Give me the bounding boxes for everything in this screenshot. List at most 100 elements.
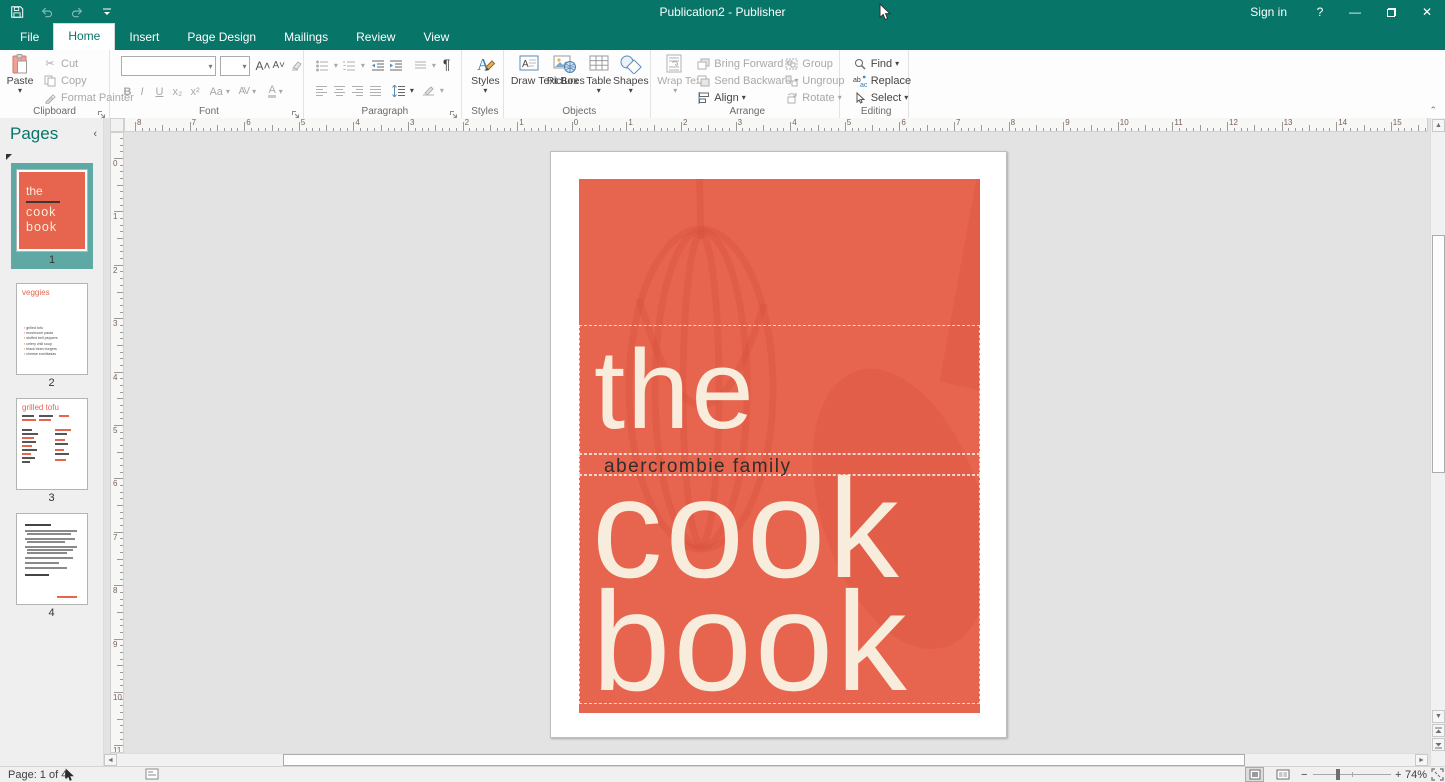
tab-review[interactable]: Review xyxy=(342,24,409,50)
styles-button[interactable]: A Styles ▾ xyxy=(467,52,503,95)
table-button[interactable]: Table ▾ xyxy=(581,52,617,95)
publication-canvas[interactable]: . xyxy=(124,132,1428,753)
group-button[interactable]: Group xyxy=(783,55,833,72)
horizontal-ruler[interactable]: 87654321012345678910111213141516 xyxy=(124,118,1428,132)
paste-dropdown-caret[interactable]: ▾ xyxy=(2,87,38,95)
character-spacing-button[interactable]: AV▾ xyxy=(238,83,256,100)
align-left-icon[interactable] xyxy=(315,82,328,99)
vertical-scroll-thumb[interactable] xyxy=(1432,235,1445,473)
italic-button[interactable]: I xyxy=(140,83,143,100)
tab-insert[interactable]: Insert xyxy=(115,24,173,50)
collapse-pages-panel-icon[interactable]: ‹ xyxy=(93,128,97,140)
styles-dropdown-caret[interactable]: ▾ xyxy=(467,87,503,95)
tab-home[interactable]: Home xyxy=(53,23,115,50)
shrink-font-button[interactable]: A˅ xyxy=(272,57,285,74)
collapse-ribbon-icon[interactable]: ⌃ xyxy=(1429,105,1437,116)
draw-text-box-button[interactable]: A Draw Text Box xyxy=(511,52,547,87)
line-spacing-button[interactable]: ▾ xyxy=(391,82,414,99)
next-page-icon[interactable] xyxy=(1432,738,1445,751)
superscript-button[interactable]: x² xyxy=(190,83,199,100)
page-thumbnail-4[interactable] xyxy=(16,513,88,605)
bullets-button[interactable]: ▾ xyxy=(315,57,338,74)
object-size-indicator-icon[interactable] xyxy=(145,768,159,782)
font-dialog-launcher-icon[interactable] xyxy=(291,106,301,116)
grow-font-button[interactable]: A˄ xyxy=(255,57,270,74)
cover-background[interactable]: . xyxy=(579,179,980,713)
align-center-icon[interactable] xyxy=(333,82,346,99)
tab-page-design[interactable]: Page Design xyxy=(173,24,270,50)
rotate-button[interactable]: Rotate▾ xyxy=(783,89,841,106)
help-button[interactable]: ? xyxy=(1303,0,1337,24)
font-size-combobox[interactable]: ▾ xyxy=(220,56,250,76)
pages-section-arrow-icon[interactable] xyxy=(6,154,12,160)
clear-formatting-icon[interactable] xyxy=(290,57,303,74)
shapes-button[interactable]: Shapes ▾ xyxy=(613,52,649,95)
thumbnail-page-title: grilled tofu xyxy=(22,403,59,412)
scroll-right-icon[interactable]: ► xyxy=(1415,754,1428,766)
two-page-spread-view-button[interactable] xyxy=(1273,767,1292,782)
shapes-dropdown-caret[interactable]: ▾ xyxy=(613,87,649,95)
close-button[interactable]: ✕ xyxy=(1409,0,1445,24)
fit-page-button[interactable] xyxy=(1431,768,1444,782)
tab-file[interactable]: File xyxy=(6,24,53,50)
zoom-in-button[interactable]: + xyxy=(1395,768,1401,782)
clipboard-dialog-launcher-icon[interactable] xyxy=(97,106,107,116)
cut-button[interactable]: ✂Cut xyxy=(42,55,78,72)
copy-button[interactable]: Copy xyxy=(42,72,87,89)
scroll-down-icon[interactable]: ▼ xyxy=(1432,710,1445,723)
sign-in-button[interactable]: Sign in xyxy=(1234,0,1303,24)
increase-indent-icon[interactable] xyxy=(389,57,403,74)
align-right-icon[interactable] xyxy=(351,82,364,99)
page-thumbnail-3[interactable]: grilled tofu xyxy=(16,398,88,490)
page-thumbnail-1[interactable]: the cook book xyxy=(16,169,88,252)
vertical-ruler[interactable]: 01234567891011 xyxy=(110,132,124,753)
single-page-view-button[interactable] xyxy=(1245,767,1264,782)
font-name-combobox[interactable]: ▾ xyxy=(121,56,216,76)
paste-button[interactable]: Paste ▾ xyxy=(2,52,38,95)
ruler-tick xyxy=(120,679,123,680)
replace-button[interactable]: abac Replace xyxy=(852,72,911,89)
zoom-level-value[interactable]: 74% xyxy=(1405,768,1427,782)
paragraph-dialog-launcher-icon[interactable] xyxy=(449,106,459,116)
publication-page[interactable]: . xyxy=(550,151,1007,738)
scroll-up-icon[interactable]: ▲ xyxy=(1432,119,1445,132)
restore-button[interactable] xyxy=(1373,0,1409,24)
numbering-button[interactable]: ▾ xyxy=(342,57,365,74)
subscript-button[interactable]: x₂ xyxy=(172,83,182,100)
cookbook-text-box[interactable]: cook book xyxy=(579,475,980,704)
change-case-button[interactable]: Aa▾ xyxy=(209,83,229,100)
page-thumbnail-2[interactable]: veggies▪ grilled tofu▪ mushroom pasta▪ s… xyxy=(16,283,88,375)
font-color-button[interactable]: A▾ xyxy=(268,83,282,100)
zoom-out-button[interactable]: − xyxy=(1301,768,1307,782)
numbering-icon xyxy=(342,58,358,74)
bring-forward-button[interactable]: Bring Forward▾ xyxy=(695,55,790,72)
show-paragraph-marks-button[interactable]: ¶ xyxy=(443,55,451,72)
horizontal-scrollbar[interactable]: ◄ ► xyxy=(104,753,1428,766)
vertical-scrollbar[interactable]: ▲ ▼ xyxy=(1430,118,1445,766)
select-button[interactable]: Select▾ xyxy=(852,89,909,106)
page-indicator[interactable]: Page: 1 of 4 xyxy=(8,768,67,782)
zoom-slider-thumb[interactable] xyxy=(1336,769,1340,780)
minimize-button[interactable]: — xyxy=(1337,0,1373,24)
horizontal-scroll-thumb[interactable] xyxy=(283,754,1245,766)
justify-icon[interactable] xyxy=(369,82,382,99)
scroll-left-icon[interactable]: ◄ xyxy=(104,754,117,766)
align-objects-button[interactable]: Align▾ xyxy=(695,89,745,106)
title-text-box[interactable]: the xyxy=(579,325,980,454)
ruler-tick xyxy=(258,128,259,131)
previous-page-icon[interactable] xyxy=(1432,724,1445,737)
wrap-text-button[interactable]: Wrap Text ▾ xyxy=(657,52,693,95)
tab-view[interactable]: View xyxy=(409,24,463,50)
columns-button[interactable]: ▾ xyxy=(413,57,436,74)
pictures-button[interactable]: Pictures xyxy=(547,52,583,87)
paragraph-formatting-button[interactable]: ▾ xyxy=(421,82,444,99)
ungroup-button[interactable]: Ungroup xyxy=(783,72,844,89)
bold-button[interactable]: B xyxy=(123,83,131,100)
find-button[interactable]: Find▾ xyxy=(852,55,899,72)
table-dropdown-caret[interactable]: ▾ xyxy=(581,87,617,95)
editing-group-label: Editing xyxy=(845,106,908,117)
underline-button[interactable]: U xyxy=(155,83,163,100)
ruler-tick xyxy=(585,128,586,131)
tab-mailings[interactable]: Mailings xyxy=(270,24,342,50)
decrease-indent-icon[interactable] xyxy=(371,57,385,74)
